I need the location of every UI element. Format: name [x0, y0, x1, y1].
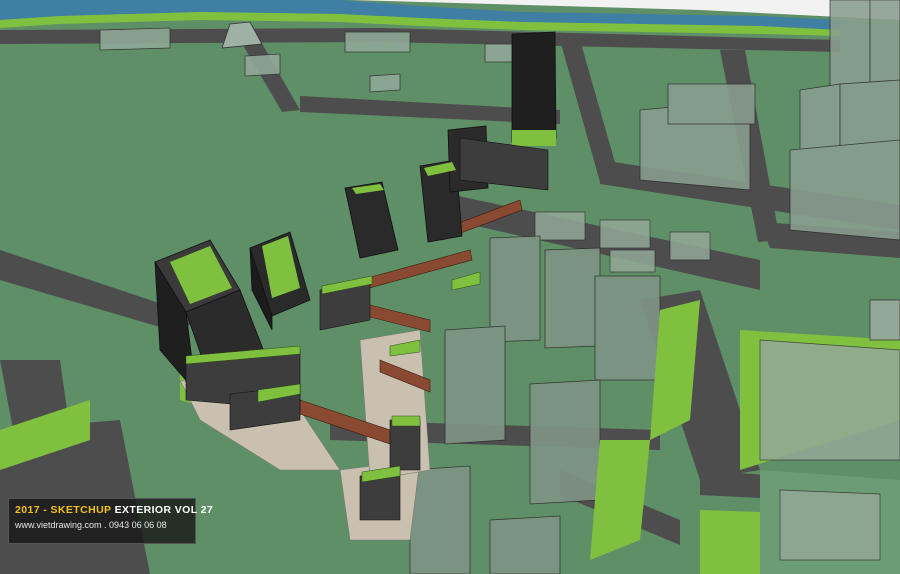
model-scene[interactable]	[0, 0, 900, 574]
viewport[interactable]: 2017 - SKETCHUP EXTERIOR VOL 27 www.viet…	[0, 0, 900, 574]
watermark-year: 2017	[15, 504, 40, 516]
watermark-phone: 0943 06 06 08	[109, 520, 167, 530]
watermark-title: 2017 - SKETCHUP EXTERIOR VOL 27	[15, 504, 213, 516]
watermark-website: www.vietdrawing.com	[15, 520, 102, 530]
watermark-product: SKETCHUP	[50, 504, 112, 516]
watermark-volume: EXTERIOR VOL 27	[111, 504, 214, 516]
watermark-contact: www.vietdrawing.com . 0943 06 06 08	[15, 520, 189, 530]
watermark-badge: 2017 - SKETCHUP EXTERIOR VOL 27 www.viet…	[8, 498, 213, 544]
watermark-divider: .	[101, 520, 110, 530]
watermark-separator: -	[39, 504, 51, 516]
